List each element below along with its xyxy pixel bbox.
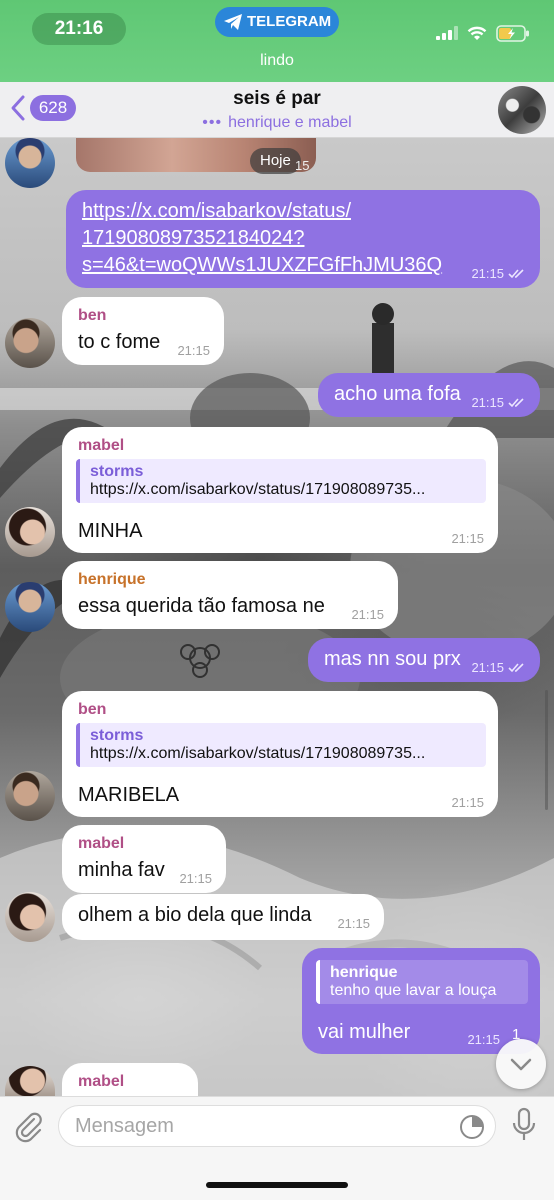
- message-bubble-incoming[interactable]: mabel: [62, 1063, 198, 1096]
- message-text: olhem a bio dela que linda: [78, 904, 312, 926]
- message-meta: 21:15: [471, 660, 526, 675]
- avatar-ben[interactable]: [5, 318, 55, 368]
- status-time[interactable]: 21:16: [32, 13, 126, 45]
- message-bubble-outgoing[interactable]: acho uma fofa 21:15: [318, 373, 540, 417]
- double-check-icon: [508, 663, 524, 673]
- call-subtitle: lindo: [260, 52, 294, 69]
- message-text: MINHA: [78, 520, 143, 542]
- message-bubble-incoming[interactable]: mabel minha fav 21:15: [62, 825, 226, 893]
- link-line[interactable]: s=46&t=woQWWs1JUXZFGfFhJMU36Q: [82, 252, 442, 279]
- message-text: essa querida tão famosa ne: [78, 595, 325, 617]
- link-line[interactable]: 1719080897352184024?: [82, 225, 442, 252]
- message-bubble-incoming[interactable]: ben storms https://x.com/isabarkov/statu…: [62, 691, 498, 817]
- quote-author: storms: [90, 727, 144, 744]
- signal-icon: [436, 26, 458, 40]
- telegram-plane-icon: [224, 14, 242, 30]
- reply-quote[interactable]: henrique tenho que lavar a louça: [316, 960, 528, 1004]
- sticker-icon[interactable]: [459, 1114, 485, 1140]
- scroll-to-bottom-button[interactable]: [496, 1039, 546, 1089]
- message-time: 21:15: [471, 395, 504, 410]
- typing-text: henrique e mabel: [228, 114, 352, 131]
- home-indicator[interactable]: [206, 1182, 348, 1188]
- message-bubble-outgoing[interactable]: mas nn sou prx 21:15: [308, 638, 540, 682]
- avatar-mabel[interactable]: [5, 892, 55, 942]
- message-link[interactable]: https://x.com/isabarkov/status/ 17190808…: [82, 198, 442, 279]
- message-time: 21:15: [451, 531, 484, 546]
- message-time: 21:15: [179, 871, 212, 886]
- message-meta: 21:15: [471, 266, 526, 281]
- telegram-return-pill[interactable]: TELEGRAM: [215, 7, 339, 37]
- message-bubble-incoming[interactable]: henrique essa querida tão famosa ne 21:1…: [62, 561, 398, 629]
- reply-quote[interactable]: storms https://x.com/isabarkov/status/17…: [76, 723, 486, 767]
- sender-name[interactable]: henrique: [78, 571, 146, 589]
- message-text: to c fome: [78, 331, 161, 353]
- message-meta: 21:15: [471, 395, 526, 410]
- chevron-down-icon: [510, 1058, 532, 1071]
- sender-name[interactable]: mabel: [78, 1073, 124, 1091]
- quote-author: storms: [90, 463, 144, 480]
- quote-text: https://x.com/isabarkov/status/171908089…: [90, 481, 426, 498]
- scrollbar[interactable]: [545, 690, 548, 810]
- message-text: MARIBELA: [78, 784, 180, 806]
- message-bubble-outgoing[interactable]: https://x.com/isabarkov/status/ 17190808…: [66, 190, 540, 288]
- telegram-pill-label: TELEGRAM: [247, 13, 332, 30]
- group-avatar[interactable]: [498, 86, 546, 134]
- quote-text: tenho que lavar a louça: [330, 982, 497, 999]
- message-input[interactable]: [75, 1106, 435, 1146]
- avatar-ben[interactable]: [5, 771, 55, 821]
- message-bubble-incoming[interactable]: olhem a bio dela que linda 21:15: [62, 894, 384, 940]
- status-bar: 21:16 TELEGRAM lindo: [0, 0, 554, 82]
- microphone-icon[interactable]: [510, 1107, 538, 1143]
- message-time: 21:15: [337, 916, 370, 931]
- typing-status: ••• henrique e mabel: [0, 114, 554, 132]
- photo-timestamp: 15: [295, 158, 310, 173]
- date-separator: Hoje: [250, 148, 301, 174]
- message-input-container[interactable]: [58, 1105, 496, 1147]
- reply-quote[interactable]: storms https://x.com/isabarkov/status/17…: [76, 459, 486, 503]
- message-bubble-incoming[interactable]: mabel storms https://x.com/isabarkov/sta…: [62, 427, 498, 553]
- sender-name[interactable]: ben: [78, 701, 106, 719]
- message-time: 21:15: [351, 607, 384, 622]
- quote-author: henrique: [330, 964, 398, 981]
- message-time: 21:15: [471, 266, 504, 281]
- sender-name[interactable]: mabel: [78, 835, 124, 853]
- chat-header: 628 seis é par ••• henrique e mabel: [0, 82, 554, 138]
- paperclip-icon[interactable]: [12, 1109, 44, 1143]
- avatar-henrique[interactable]: [5, 138, 55, 188]
- sender-name[interactable]: ben: [78, 307, 106, 325]
- chat-title[interactable]: seis é par: [0, 88, 554, 110]
- message-text: minha fav: [78, 859, 165, 881]
- double-check-icon: [508, 398, 524, 408]
- message-text: acho uma fofa: [334, 383, 461, 405]
- battery-icon: [496, 24, 529, 42]
- sender-name[interactable]: mabel: [78, 437, 124, 455]
- message-text: vai mulher: [318, 1021, 411, 1043]
- link-line[interactable]: https://x.com/isabarkov/status/: [82, 198, 442, 225]
- message-time: 21:15: [451, 795, 484, 810]
- message-text: mas nn sou prx: [324, 648, 461, 670]
- wifi-icon: [467, 26, 487, 40]
- message-time: 21:15: [471, 660, 504, 675]
- avatar-mabel[interactable]: [5, 507, 55, 557]
- typing-dots-icon: •••: [202, 114, 223, 131]
- message-bubble-incoming[interactable]: ben to c fome 21:15: [62, 297, 224, 365]
- message-time: 21:15: [177, 343, 210, 358]
- status-icons: [436, 22, 530, 44]
- avatar-henrique[interactable]: [5, 582, 55, 632]
- quote-text: https://x.com/isabarkov/status/171908089…: [90, 745, 426, 762]
- double-check-icon: [508, 269, 524, 279]
